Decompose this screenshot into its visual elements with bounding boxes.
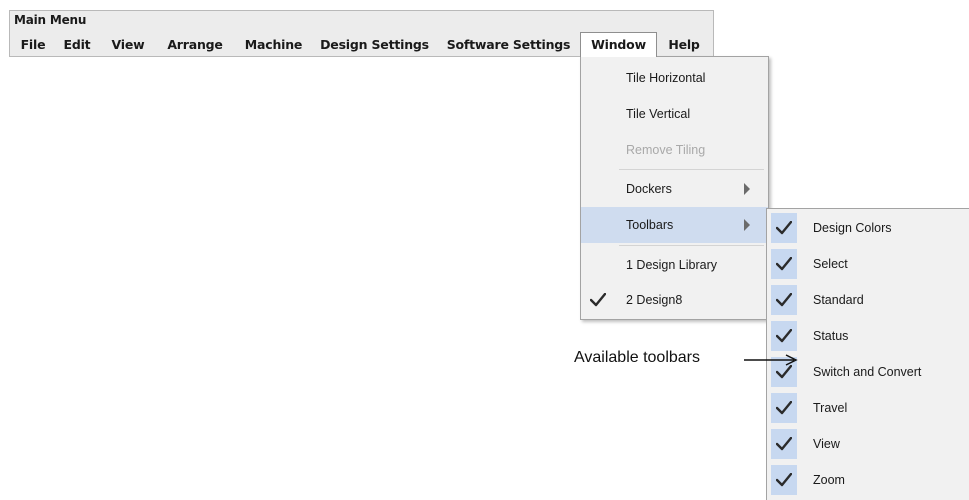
toolbar-item-design-colors[interactable]: Design Colors [767,210,969,246]
menu-item-dockers[interactable]: Dockers [581,171,768,207]
menu-file[interactable]: File [18,33,48,57]
menu-item-label: Tile Vertical [626,107,691,121]
menu-separator [619,245,764,246]
checkmark-icon [590,293,606,307]
menu-item-label: Zoom [813,473,845,487]
check-cell [771,465,797,495]
check-cell [771,249,797,279]
toolbar-item-status[interactable]: Status [767,318,969,354]
menu-software-settings[interactable]: Software Settings [445,33,572,57]
toolbar-item-view[interactable]: View [767,426,969,462]
menu-item-label: Switch and Convert [813,365,922,379]
menu-item-toolbars[interactable]: Toolbars [581,207,768,243]
checkmark-icon [776,437,792,451]
menu-item-label: View [813,437,840,451]
check-cell [585,285,611,315]
menu-item-tile-horizontal[interactable]: Tile Horizontal [581,60,768,96]
check-cell [771,321,797,351]
menu-item-label: Toolbars [626,218,674,232]
menu-edit[interactable]: Edit [60,33,94,57]
checkmark-icon [776,329,792,343]
checkmark-icon [776,401,792,415]
menu-help[interactable]: Help [662,33,706,57]
menu-machine[interactable]: Machine [239,33,308,57]
check-cell [771,285,797,315]
submenu-arrow-icon [744,219,750,231]
checkmark-icon [776,221,792,235]
menu-item-remove-tiling: Remove Tiling [581,132,768,168]
menu-item-design-library[interactable]: 1 Design Library [581,247,768,283]
menu-item-label: 2 Design8 [626,293,683,307]
window-menu: Tile Horizontal Tile Vertical Remove Til… [580,56,769,320]
checkmark-icon [776,473,792,487]
menu-view[interactable]: View [108,33,148,57]
menu-item-label: Tile Horizontal [626,71,706,85]
checkmark-icon [776,293,792,307]
annotation-label: Available toolbars [574,349,701,366]
menu-item-label: 1 Design Library [626,258,718,272]
toolbar-item-select[interactable]: Select [767,246,969,282]
submenu-arrow-icon [744,183,750,195]
checkmark-icon [776,365,792,379]
check-cell [771,393,797,423]
checkmark-icon [776,257,792,271]
menu-item-label: Travel [813,401,848,415]
menu-item-label: Dockers [626,182,672,196]
main-menu-title: Main Menu [14,13,87,27]
menu-separator [619,169,764,170]
toolbar-item-zoom[interactable]: Zoom [767,462,969,498]
menu-window[interactable]: Window [580,32,657,57]
check-cell [771,213,797,243]
menu-item-label: Design Colors [813,221,892,235]
menu-item-label: Select [813,257,848,271]
toolbar-item-travel[interactable]: Travel [767,390,969,426]
menu-item-tile-vertical[interactable]: Tile Vertical [581,96,768,132]
annotation-arrow-icon [744,354,798,366]
toolbar-item-standard[interactable]: Standard [767,282,969,318]
check-cell [771,429,797,459]
menu-item-label: Remove Tiling [626,143,706,157]
menu-arrange[interactable]: Arrange [163,33,227,57]
menu-design-settings[interactable]: Design Settings [318,33,431,57]
menu-item-label: Status [813,329,849,343]
menu-item-label: Standard [813,293,864,307]
menu-item-design8[interactable]: 2 Design8 [581,282,768,318]
